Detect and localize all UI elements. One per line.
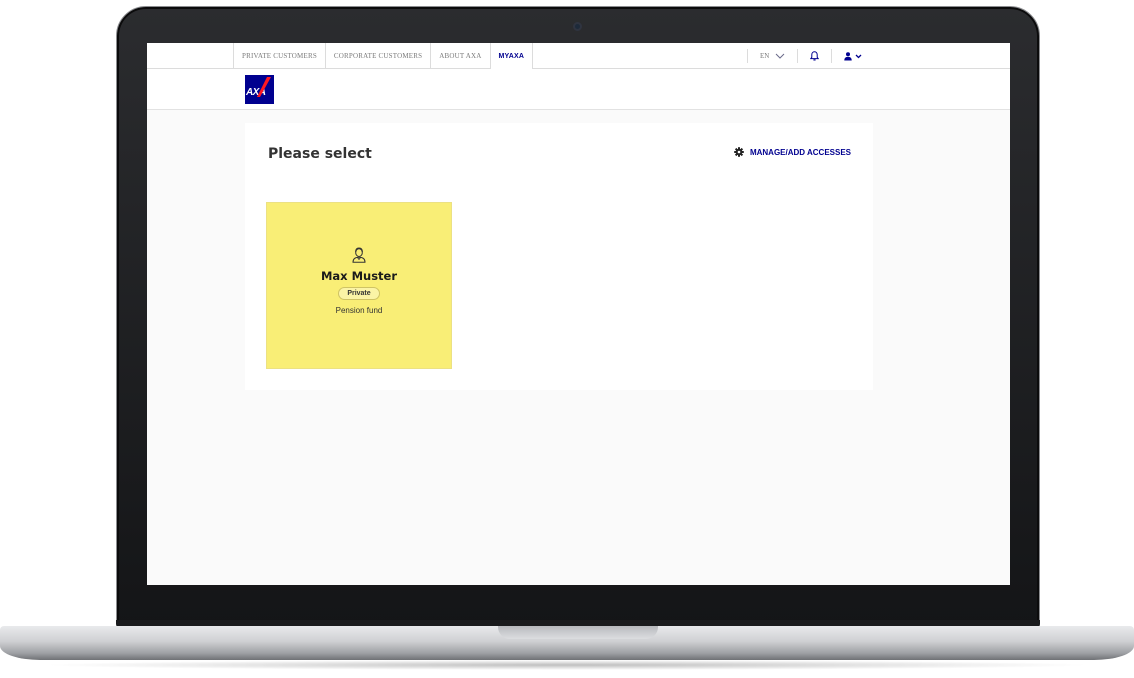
account-description: Pension fund	[335, 306, 383, 315]
notifications-button[interactable]	[798, 49, 833, 63]
person-icon	[352, 247, 366, 263]
tab-about-axa[interactable]: ABOUT AXA	[430, 43, 489, 69]
laptop-notch	[498, 626, 658, 639]
manage-accesses-label: MANAGE/ADD ACCESSES	[749, 147, 851, 157]
screen: PRIVATE CUSTOMERS CORPORATE CUSTOMERS AB…	[147, 43, 1010, 585]
selection-panel: Please select MANAGE/ADD ACCESSES Max Mu…	[245, 123, 873, 390]
logo-slash	[257, 77, 271, 97]
language-label: EN	[760, 52, 770, 60]
tab-corporate-customers[interactable]: CORPORATE CUSTOMERS	[324, 43, 430, 69]
manage-accesses-link[interactable]: MANAGE/ADD ACCESSES	[734, 147, 851, 157]
gear-icon	[734, 147, 744, 157]
user-menu-button[interactable]	[832, 51, 874, 61]
header-bar: AXA	[147, 69, 1010, 110]
chevron-down-icon	[855, 54, 862, 58]
axa-logo[interactable]: AXA	[245, 75, 274, 104]
nav-tabs: PRIVATE CUSTOMERS CORPORATE CUSTOMERS AB…	[233, 43, 534, 70]
chevron-down-icon	[775, 53, 785, 59]
account-name: Max Muster	[320, 269, 398, 283]
bell-icon	[810, 51, 820, 61]
account-type-badge: Private	[338, 287, 380, 300]
webcam-icon	[573, 22, 582, 31]
nav-utilities: EN	[747, 43, 874, 69]
top-navigation: PRIVATE CUSTOMERS CORPORATE CUSTOMERS AB…	[147, 43, 1010, 70]
tab-private-customers[interactable]: PRIVATE CUSTOMERS	[233, 43, 325, 69]
page-title: Please select	[268, 146, 372, 162]
user-icon	[844, 51, 853, 60]
access-tile[interactable]: Max Muster Private Pension fund	[266, 202, 452, 369]
language-selector[interactable]: EN	[747, 49, 799, 63]
laptop-shadow	[40, 660, 1094, 670]
tab-myaxa[interactable]: MYAXA	[489, 43, 534, 70]
